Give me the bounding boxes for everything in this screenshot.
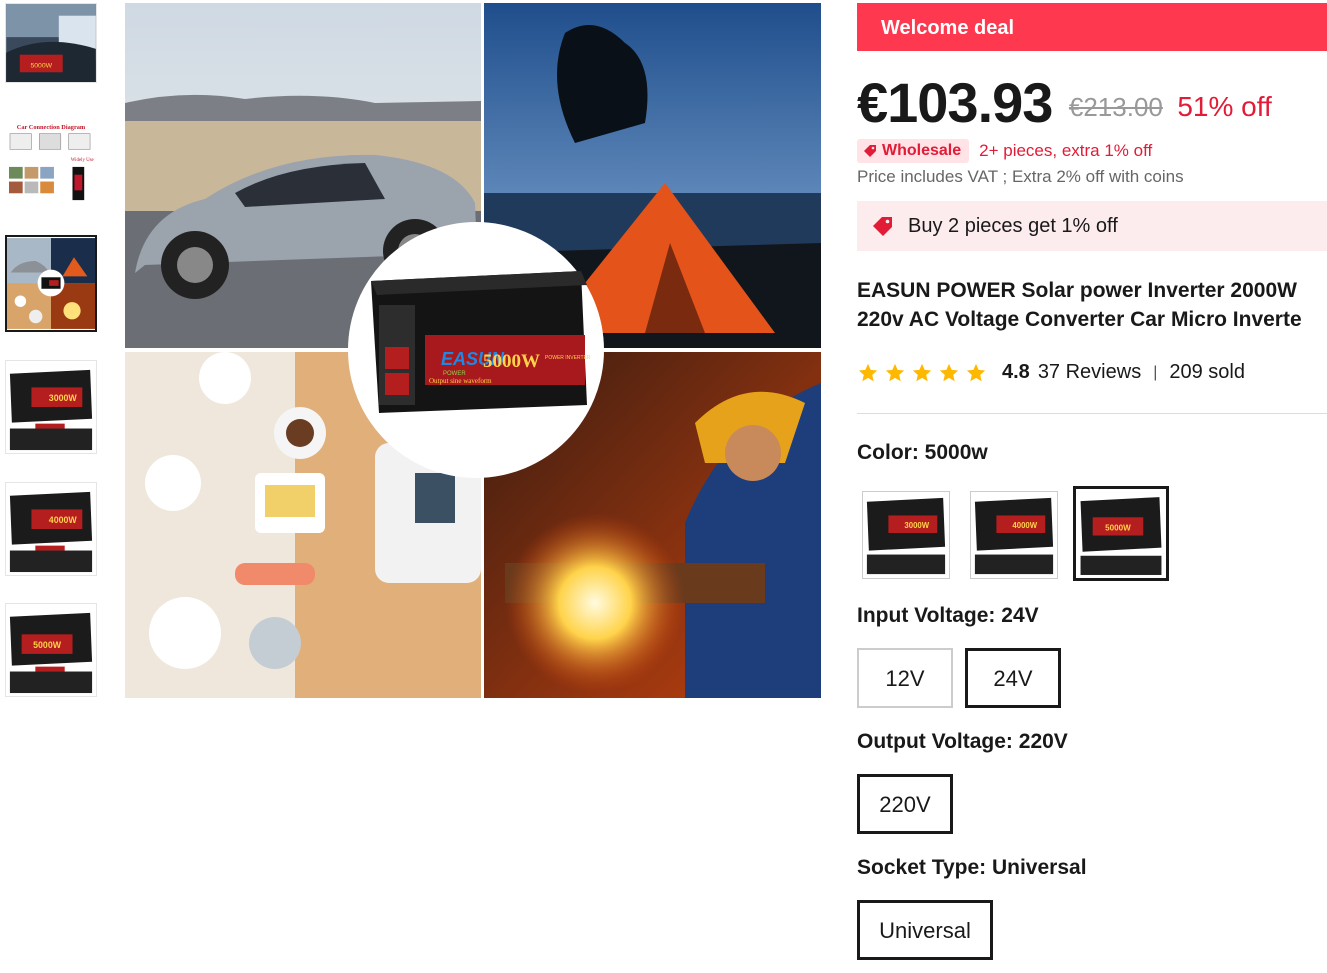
inverter-5000w-swatch: 5000W (1080, 497, 1162, 575)
star-icon (939, 363, 959, 381)
sold-count: 209 sold (1169, 361, 1245, 383)
car-interior-image: 5000W (6, 4, 96, 82)
socket-type-label-value: Universal (991, 856, 1087, 879)
thumb-diagram-title: Car Connection Diagram (17, 124, 86, 131)
swatch-4000w-label: 4000W (1012, 521, 1037, 530)
inverter-4000w-image: 4000W (6, 484, 96, 574)
socket-type-label-name: Socket Type: (857, 856, 992, 879)
color-option-3000w[interactable]: 3000W (862, 491, 950, 579)
star-rating (857, 362, 992, 384)
wholesale-offer-text: 2+ pieces, extra 1% off (979, 141, 1153, 160)
rating-value: 4.8 (1002, 361, 1030, 383)
thumbnail-car-interior[interactable]: 5000W (5, 3, 97, 83)
product-title-line1: EASUN POWER Solar power Inverter 2000W (857, 279, 1297, 302)
output-voltage-label-name: Output Voltage: (857, 730, 1019, 753)
wholesale-row: Wholesale 2+ pieces, extra 1% off (857, 139, 1152, 163)
original-price: €213.00 (1068, 92, 1163, 122)
input-voltage-label-value: 24V (1001, 604, 1039, 627)
input-voltage-12v-button[interactable]: 12V (857, 648, 953, 708)
socket-type-label: Socket Type: Universal (857, 856, 1087, 880)
star-icon (885, 363, 905, 381)
main-product-image[interactable]: EASUN POWER 5000W POWER INVERTER Output … (125, 3, 821, 698)
color-option-4000w[interactable]: 4000W (970, 491, 1058, 579)
color-label: Color: 5000w (857, 441, 988, 465)
promo-text: Buy 2 pieces get 1% off (908, 214, 1118, 237)
output-voltage-220v-button[interactable]: 220V (857, 774, 953, 834)
price-row: €103.93 €213.00 51% off (857, 70, 1272, 135)
inverter-model-text: POWER INVERTER (545, 355, 591, 361)
thumbnail-usage-collage[interactable] (5, 235, 97, 332)
thumb-power-label: 5000W (30, 62, 52, 69)
inverter-3000w-swatch: 3000W (866, 497, 946, 575)
wholesale-badge: Wholesale (857, 139, 970, 163)
divider (857, 413, 1327, 414)
promo-box[interactable]: Buy 2 pieces get 1% off (857, 201, 1327, 251)
product-title[interactable]: EASUN POWER Solar power Inverter 2000W 2… (857, 276, 1327, 334)
product-collage: EASUN POWER 5000W POWER INVERTER Output … (125, 3, 821, 698)
inverter-waveform-text: Output sine waveform (429, 377, 492, 385)
inverter-3000w-image: 3000W (6, 362, 96, 452)
vat-note: Price includes VAT ; Extra 2% off with c… (857, 167, 1184, 186)
rating-row: 4.8 37 Reviews | 209 sold (857, 361, 1245, 384)
inverter-5000w-image: 5000W (6, 605, 96, 695)
thumbnail-inverter-4000w[interactable]: 4000W (5, 482, 97, 576)
input-voltage-label: Input Voltage: 24V (857, 604, 1039, 628)
socket-type-universal-button[interactable]: Universal (857, 900, 993, 960)
color-label-value: 5000w (924, 441, 988, 464)
product-title-line2: 220v AC Voltage Converter Car Micro Inve… (857, 308, 1302, 331)
thumb-4000w-label: 4000W (49, 515, 78, 525)
color-option-5000w[interactable]: 5000W (1073, 486, 1169, 581)
star-icon (966, 363, 986, 381)
input-voltage-24v-button[interactable]: 24V (965, 648, 1061, 708)
current-price: €103.93 (857, 71, 1053, 134)
thumbnail-inverter-5000w[interactable]: 5000W (5, 603, 97, 697)
color-label-name: Color: (857, 441, 925, 464)
thumb-diagram-sub: Widely Use (71, 158, 94, 163)
product-info-panel: Welcome deal €103.93 €213.00 51% off Who… (857, 3, 1327, 960)
star-icon (858, 363, 878, 381)
reviews-link[interactable]: 37 Reviews (1038, 361, 1141, 384)
swatch-3000w-label: 3000W (904, 521, 929, 530)
star-icon (912, 363, 932, 381)
inverter-4000w-swatch: 4000W (974, 497, 1054, 575)
thumbnail-inverter-3000w[interactable]: 3000W (5, 360, 97, 454)
inverter-power-text: 5000W (483, 351, 540, 372)
tag-icon (864, 145, 876, 157)
thumbnail-connection-diagram[interactable]: Car Connection Diagram Widely Use (5, 120, 97, 206)
inverter-product-center: EASUN POWER 5000W POWER INVERTER Output … (348, 222, 604, 478)
welcome-deal-banner: Welcome deal (857, 3, 1327, 51)
connection-diagram-image: Car Connection Diagram Widely Use (6, 121, 96, 205)
usage-collage-image (7, 238, 95, 329)
discount-percent: 51% off (1177, 91, 1272, 122)
thumb-5000w-label: 5000W (33, 640, 62, 650)
output-voltage-label-value: 220V (1018, 730, 1068, 753)
wholesale-badge-label: Wholesale (882, 142, 962, 159)
input-voltage-label-name: Input Voltage: (857, 604, 1002, 627)
coupon-tag-icon (873, 217, 892, 236)
thumb-3000w-label: 3000W (49, 393, 78, 403)
swatch-5000w-label: 5000W (1105, 523, 1131, 532)
rating-separator: | (1153, 363, 1158, 381)
output-voltage-label: Output Voltage: 220V (857, 730, 1068, 754)
